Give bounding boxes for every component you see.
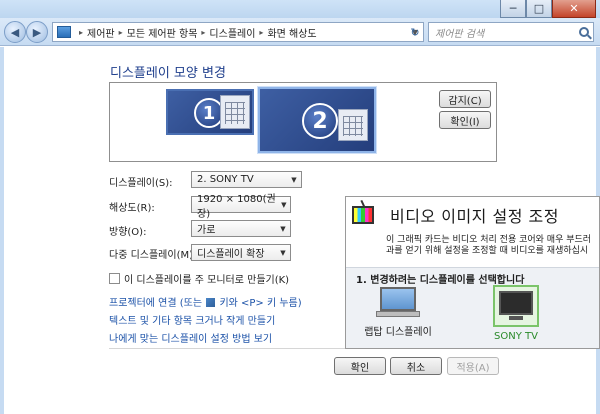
main-monitor-label: 이 디스플레이를 주 모니터로 만들기(K) bbox=[124, 275, 290, 286]
main-monitor-checkbox[interactable] bbox=[109, 273, 120, 284]
forward-button[interactable]: ▶ bbox=[26, 21, 48, 43]
window-controls: ─ □ ✕ bbox=[500, 0, 596, 18]
orientation-label: 방향(O): bbox=[109, 227, 147, 238]
multiple-displays-value: 디스플레이 확장 bbox=[197, 249, 265, 260]
main-monitor-option[interactable]: 이 디스플레이를 주 모니터로 만들기(K) bbox=[109, 271, 289, 286]
chevron-down-icon: ▼ bbox=[291, 175, 297, 184]
cancel-button[interactable]: 취소 bbox=[390, 357, 442, 375]
identify-button[interactable]: 확인(I) bbox=[439, 111, 491, 129]
window-icon bbox=[338, 109, 368, 141]
device-sony-tv[interactable]: SONY TV bbox=[481, 285, 551, 342]
minimize-button[interactable]: ─ bbox=[500, 0, 526, 18]
monitor-2[interactable]: 2 bbox=[258, 87, 376, 153]
projector-link-text-end: 키와 <P> 키 누름) bbox=[219, 298, 302, 309]
text-size-link[interactable]: 텍스트 및 기타 항목 크거나 작게 만들기 bbox=[109, 312, 275, 327]
page-title: 디스플레이 모양 변경 bbox=[110, 66, 226, 81]
navigation-bar: ◀ ▶ ▸ 제어판 ▸ 모든 제어판 항목 ▸ 디스플레이 ▸ 화면 해상도 ▼… bbox=[0, 18, 600, 46]
multiple-displays-select[interactable]: 디스플레이 확장 ▼ bbox=[191, 244, 291, 261]
search-icon[interactable] bbox=[579, 27, 589, 37]
display-select[interactable]: 2. SONY TV ▼ bbox=[191, 171, 302, 188]
panel-description: 이 그래픽 카드는 비디오 처리 전용 코어와 매우 부드러 과를 얻기 위해 … bbox=[386, 235, 599, 257]
description-line-2: 과를 얻기 위해 설정을 조정할 때 비디오를 재생하십시 bbox=[386, 246, 589, 256]
chevron-down-icon: ▼ bbox=[280, 248, 286, 257]
windows-logo-icon bbox=[206, 298, 216, 307]
control-panel-icon bbox=[57, 26, 71, 38]
device-label: SONY TV bbox=[494, 331, 538, 342]
multiple-displays-label: 다중 디스플레이(M): bbox=[109, 250, 197, 261]
laptop-icon bbox=[376, 287, 420, 319]
device-laptop-display[interactable]: 랩탑 디스플레이 bbox=[363, 287, 433, 338]
search-input[interactable]: 제어판 검색 bbox=[428, 22, 594, 42]
section-heading: 1. 변경하려는 디스플레이를 선택합니다 bbox=[356, 275, 525, 286]
display-label: 디스플레이(S): bbox=[109, 178, 173, 189]
breadcrumb-separator[interactable]: ▸ bbox=[201, 28, 205, 37]
back-button[interactable]: ◀ bbox=[4, 21, 26, 43]
resolution-label: 해상도(R): bbox=[109, 203, 155, 214]
orientation-select[interactable]: 가로 ▼ bbox=[191, 220, 291, 237]
video-settings-panel: 비디오 이미지 설정 조정 이 그래픽 카드는 비디오 처리 전용 코어와 매우… bbox=[345, 196, 600, 349]
breadcrumb-screen-resolution[interactable]: 화면 해상도 bbox=[267, 25, 316, 40]
refresh-icon[interactable]: ↻ bbox=[406, 23, 424, 41]
tv-icon bbox=[499, 291, 533, 321]
monitor-number: 2 bbox=[302, 103, 338, 139]
apply-button[interactable]: 적용(A) bbox=[447, 357, 499, 375]
description-line-1: 이 그래픽 카드는 비디오 처리 전용 코어와 매우 부드러 bbox=[386, 235, 592, 245]
tv-color-bars-icon bbox=[352, 199, 382, 228]
resolution-select[interactable]: 1920 × 1080(권장) ▼ bbox=[191, 194, 291, 220]
resolution-value: 1920 × 1080(권장) bbox=[197, 193, 276, 220]
chevron-down-icon: ▼ bbox=[280, 224, 286, 233]
address-bar[interactable]: ▸ 제어판 ▸ 모든 제어판 항목 ▸ 디스플레이 ▸ 화면 해상도 ▼ bbox=[52, 22, 424, 42]
projector-link-text: 프로젝터에 연결 (또는 bbox=[109, 298, 203, 309]
display-value: 2. SONY TV bbox=[197, 174, 254, 185]
maximize-button[interactable]: □ bbox=[526, 0, 552, 18]
search-placeholder: 제어판 검색 bbox=[435, 28, 485, 40]
breadcrumb-display[interactable]: 디스플레이 bbox=[209, 25, 255, 40]
orientation-value: 가로 bbox=[197, 225, 216, 236]
monitor-1[interactable]: 1 bbox=[166, 89, 254, 135]
panel-title: 비디오 이미지 설정 조정 bbox=[390, 207, 559, 226]
projector-link[interactable]: 프로젝터에 연결 (또는 키와 <P> 키 누름) bbox=[109, 294, 302, 309]
device-label: 랩탑 디스플레이 bbox=[364, 327, 432, 338]
ok-button[interactable]: 확인 bbox=[334, 357, 386, 375]
window-icon bbox=[220, 95, 250, 129]
breadcrumb-separator: ▸ bbox=[79, 27, 84, 37]
detect-button[interactable]: 감지(C) bbox=[439, 90, 491, 108]
breadcrumb-control-panel[interactable]: 제어판 bbox=[87, 25, 115, 40]
display-help-link[interactable]: 나에게 맞는 디스플레이 설정 방법 보기 bbox=[109, 330, 272, 345]
device-selection-highlight bbox=[493, 285, 539, 327]
chevron-down-icon: ▼ bbox=[281, 200, 287, 209]
panel-header: 비디오 이미지 설정 조정 bbox=[346, 197, 599, 233]
breadcrumb-separator[interactable]: ▸ bbox=[259, 28, 263, 37]
breadcrumb-separator[interactable]: ▸ bbox=[119, 28, 123, 37]
breadcrumb-all-items[interactable]: 모든 제어판 항목 bbox=[127, 25, 198, 40]
close-button[interactable]: ✕ bbox=[552, 0, 596, 18]
